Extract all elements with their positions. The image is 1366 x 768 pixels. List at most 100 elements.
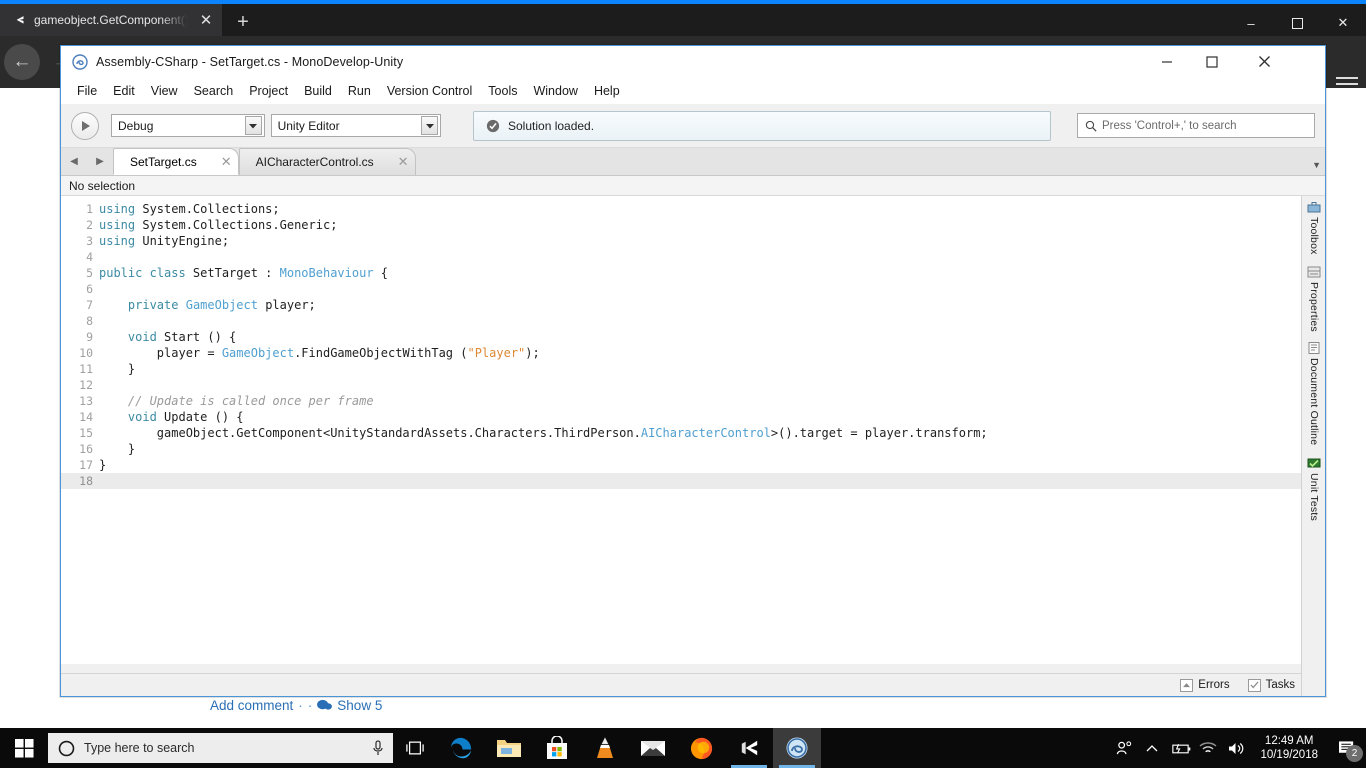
maximize-button[interactable] <box>1189 46 1234 77</box>
code-line[interactable]: 14 void Update () { <box>61 409 1309 425</box>
browser-close-button[interactable]: ✕ <box>1320 8 1366 38</box>
play-icon[interactable] <box>71 111 99 140</box>
menu-search[interactable]: Search <box>186 81 242 101</box>
new-tab-button[interactable]: + <box>228 8 258 36</box>
system-tray: 12:49 AM 10/19/2018 2 <box>1110 728 1366 768</box>
taskbar-app-vlc[interactable] <box>581 728 629 768</box>
menu-build[interactable]: Build <box>296 81 340 101</box>
tasks-pad-button[interactable]: Tasks <box>1247 678 1295 692</box>
runtime-select[interactable]: Unity Editor <box>270 114 441 137</box>
line-number: 6 <box>86 282 93 296</box>
code-line[interactable]: 11 } <box>61 361 1309 377</box>
code-line[interactable]: 17} <box>61 457 1309 473</box>
code-line[interactable]: 4 <box>61 249 1309 265</box>
browser-tab[interactable]: gameobject.GetComponent().t ✕ <box>0 4 222 36</box>
code-line[interactable]: 6 <box>61 281 1309 297</box>
close-icon-2[interactable]: ✕ <box>398 154 409 170</box>
pad-toolbox[interactable]: Toolbox <box>1302 200 1326 255</box>
clock-time: 12:49 AM <box>1264 735 1314 747</box>
battery-icon[interactable] <box>1166 728 1194 768</box>
menu-view[interactable]: View <box>143 81 186 101</box>
line-number: 2 <box>86 218 93 232</box>
menu-version-control[interactable]: Version Control <box>379 81 480 101</box>
code-line[interactable]: 13 // Update is called once per frame <box>61 393 1309 409</box>
breadcrumb[interactable]: No selection <box>61 176 1325 196</box>
windows-logo-icon[interactable] <box>0 728 48 768</box>
microphone-icon[interactable] <box>371 740 385 756</box>
code-lines: 1 using System.Collections; 2 using System.… <box>61 201 1309 489</box>
code-text: using System.Collections.Generic; <box>99 218 338 232</box>
line-number: 5 <box>86 266 93 280</box>
unity-icon <box>10 12 26 28</box>
status-panel[interactable]: Solution loaded. <box>473 110 1051 141</box>
taskbar-app-file-explorer[interactable] <box>485 728 533 768</box>
wifi-icon[interactable] <box>1194 728 1222 768</box>
back-button[interactable]: ← <box>4 44 40 80</box>
clock[interactable]: 12:49 AM 10/19/2018 <box>1250 728 1328 768</box>
code-line[interactable]: 9 void Start () { <box>61 329 1309 345</box>
code-line[interactable]: 12 <box>61 377 1309 393</box>
browser-minimize-button[interactable]: – <box>1228 8 1274 38</box>
code-editor[interactable]: 1 using System.Collections; 2 using System.… <box>61 196 1309 664</box>
menu-tools[interactable]: Tools <box>480 81 525 101</box>
code-line[interactable]: 5 public class SetTarget : MonoBehaviour … <box>61 265 1309 281</box>
search-input[interactable]: Press 'Control+,' to search <box>1077 113 1315 138</box>
search-placeholder: Type here to search <box>84 741 195 755</box>
tab-overflow-button[interactable]: ▼ <box>1312 160 1321 170</box>
code-line[interactable]: 8 <box>61 313 1309 329</box>
tab-settarget-cs[interactable]: SetTarget.cs ✕ <box>113 148 239 175</box>
taskbar-app-edge[interactable] <box>437 728 485 768</box>
search-input[interactable]: Type here to search <box>48 733 393 763</box>
close-icon[interactable]: ✕ <box>221 154 232 170</box>
task-view-icon[interactable] <box>393 728 437 768</box>
tab-prev-button[interactable]: ◀ <box>61 148 87 175</box>
chevron-down-icon[interactable] <box>244 116 262 135</box>
pad-unit-tests[interactable]: Unit Tests <box>1302 456 1326 521</box>
show-replies-link[interactable]: Show 5 <box>337 698 382 713</box>
main-toolbar: Debug Unity Editor Solution loaded. Pres… <box>61 104 1325 148</box>
add-comment-link[interactable]: Add comment <box>210 698 293 713</box>
tab-aicharactercontrol-cs[interactable]: AICharacterControl.cs ✕ <box>238 148 416 175</box>
configuration-select[interactable]: Debug <box>111 114 265 137</box>
people-icon[interactable] <box>1110 728 1138 768</box>
close-icon[interactable]: ✕ <box>196 10 216 30</box>
menu-window[interactable]: Window <box>525 81 585 101</box>
menu-help[interactable]: Help <box>586 81 628 101</box>
code-line[interactable]: 7 private GameObject player; <box>61 297 1309 313</box>
menu-bar: File Edit View Search Project Build Run … <box>61 78 1325 104</box>
menu-file[interactable]: File <box>69 81 105 101</box>
code-line[interactable]: 18 <box>61 473 1309 489</box>
taskbar-app-firefox[interactable] <box>677 728 725 768</box>
line-number: 18 <box>79 474 93 488</box>
status-text: Solution loaded. <box>508 118 595 133</box>
volume-icon[interactable] <box>1222 728 1250 768</box>
chevron-down-icon-2[interactable] <box>421 116 438 135</box>
close-button[interactable] <box>1242 46 1287 77</box>
menu-edit[interactable]: Edit <box>105 81 143 101</box>
browser-maximize-button[interactable] <box>1274 8 1320 38</box>
errors-pad-button[interactable]: Errors <box>1180 678 1230 692</box>
minimize-button[interactable] <box>1144 46 1189 77</box>
pad-properties[interactable]: Properties <box>1302 265 1326 331</box>
taskbar-app-mail[interactable] <box>629 728 677 768</box>
taskbar-app-microsoft-store[interactable] <box>533 728 581 768</box>
monodevelop-window: Assembly-CSharp - SetTarget.cs - MonoDev… <box>60 45 1326 697</box>
code-line[interactable]: 1 using System.Collections; <box>61 201 1309 217</box>
menu-run[interactable]: Run <box>340 81 379 101</box>
menu-project[interactable]: Project <box>241 81 296 101</box>
code-line[interactable]: 3 using UnityEngine; <box>61 233 1309 249</box>
show-hidden-icons-chevron[interactable] <box>1138 728 1166 768</box>
code-line[interactable]: 10 player = GameObject.FindGameObjectWit… <box>61 345 1309 361</box>
code-line[interactable]: 2 using System.Collections.Generic; <box>61 217 1309 233</box>
code-line[interactable]: 16 } <box>61 441 1309 457</box>
code-line[interactable]: 15 gameObject.GetComponent<UnityStandard… <box>61 425 1309 441</box>
taskbar-app-unity[interactable] <box>725 728 773 768</box>
taskbar-app-monodevelop[interactable] <box>773 728 821 768</box>
pad-document-outline[interactable]: Document Outline <box>1302 341 1326 446</box>
action-center-icon[interactable]: 2 <box>1328 728 1366 768</box>
line-number: 1 <box>86 202 93 216</box>
monodevelop-titlebar[interactable]: Assembly-CSharp - SetTarget.cs - MonoDev… <box>61 46 1325 78</box>
tab-next-button[interactable]: ▶ <box>87 148 113 175</box>
